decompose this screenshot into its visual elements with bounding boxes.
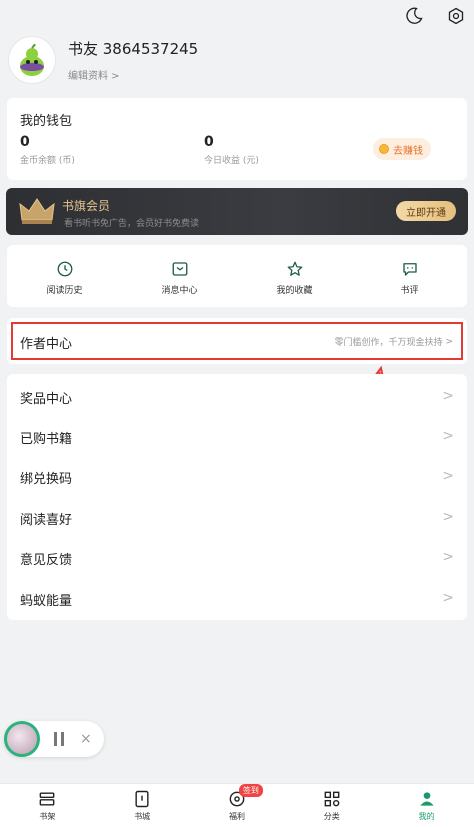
- chevron-right-icon: >: [442, 468, 454, 484]
- quick-message-center[interactable]: 消息中心: [122, 245, 237, 307]
- audio-mini-player[interactable]: ×: [4, 721, 104, 757]
- menu-item-ant-energy[interactable]: 蚂蚁能量 >: [7, 578, 467, 618]
- chevron-right-icon: >: [442, 549, 454, 565]
- album-cover[interactable]: [4, 721, 40, 757]
- quick-label: 书评: [400, 286, 419, 296]
- username: 书友 3864537245: [68, 40, 199, 58]
- chat-icon: [402, 263, 417, 276]
- clock-icon: [57, 261, 72, 277]
- tab-profile[interactable]: 我的: [379, 784, 474, 827]
- quick-label: 阅读历史: [46, 286, 83, 296]
- menu-item-prize-center[interactable]: 奖品中心 >: [7, 376, 467, 416]
- coin-icon: [379, 144, 389, 154]
- author-center-title: 作者中心: [20, 337, 73, 352]
- chevron-right-icon: >: [442, 428, 454, 444]
- wallet-title: 我的钱包: [20, 114, 73, 129]
- vip-title: 书旗会员: [62, 199, 111, 213]
- pause-icon[interactable]: [54, 732, 64, 746]
- menu-item-purchased-books[interactable]: 已购书籍 >: [7, 416, 467, 456]
- vip-banner[interactable]: 书旗会员 看书听书免广告，会员好书免费读 立即开通: [6, 188, 468, 235]
- earn-money-label: 去赚钱: [393, 145, 423, 157]
- category-icon: [324, 791, 340, 807]
- menu-item-label: 奖品中心: [20, 392, 73, 407]
- tab-label: 我的: [418, 812, 435, 821]
- author-center-row[interactable]: 作者中心 零门槛创作，千万现金扶持 >: [7, 318, 467, 364]
- menu-item-redeem-code[interactable]: 绑兑换码 >: [7, 456, 467, 496]
- star-icon: [287, 261, 302, 276]
- tab-label: 分类: [323, 812, 340, 821]
- wallet-card: 我的钱包 0 金币余额 (币) 0 今日收益 (元) 去赚钱: [7, 98, 467, 180]
- inbox-icon: [172, 262, 187, 276]
- profile-icon: [419, 792, 434, 806]
- quick-book-reviews[interactable]: 书评: [352, 245, 467, 307]
- quick-label: 我的收藏: [276, 286, 313, 296]
- avatar-mascot-icon: [20, 43, 44, 76]
- avatar[interactable]: [8, 36, 56, 84]
- quick-label: 消息中心: [161, 286, 198, 296]
- chevron-right-icon: >: [445, 336, 453, 347]
- author-center-subtitle: 零门槛创作，千万现金扶持: [334, 338, 443, 348]
- today-earnings-label: 今日收益 (元): [204, 156, 259, 166]
- menu-item-label: 蚂蚁能量: [20, 594, 73, 609]
- coin-balance-value: 0: [20, 134, 30, 150]
- checkin-badge: 签到: [238, 784, 263, 797]
- menu-item-label: 意见反馈: [20, 553, 73, 568]
- bookstore-icon: [135, 790, 149, 808]
- tab-category[interactable]: 分类: [284, 784, 379, 827]
- edit-profile-link[interactable]: 编辑资料 >: [68, 67, 198, 82]
- menu-item-label: 阅读喜好: [20, 513, 73, 528]
- today-earnings-value: 0: [204, 134, 214, 150]
- bookshelf-icon: [40, 792, 55, 806]
- tab-bookstore[interactable]: 书城: [95, 784, 190, 827]
- close-icon[interactable]: ×: [80, 731, 92, 747]
- tab-label: 书架: [39, 812, 56, 821]
- chevron-right-icon: >: [442, 509, 454, 525]
- vip-open-button[interactable]: 立即开通: [396, 201, 456, 221]
- settings-icon[interactable]: [446, 6, 466, 26]
- quick-my-favorites[interactable]: 我的收藏: [237, 245, 352, 307]
- menu-item-label: 绑兑换码: [20, 472, 73, 487]
- tab-welfare[interactable]: 福利 签到: [190, 784, 285, 827]
- profile-header[interactable]: 书友 3864537245 编辑资料 >: [8, 36, 198, 84]
- bottom-tab-bar: 书架 书城 福利 签到 分类 我的: [0, 783, 474, 827]
- vip-subtitle: 看书听书免广告，会员好书免费读: [64, 219, 200, 229]
- menu-list: 奖品中心 > 已购书籍 > 绑兑换码 > 阅读喜好 > 意见反馈 > 蚂蚁能量 …: [7, 374, 467, 620]
- coin-balance-label: 金币余额 (币): [20, 156, 75, 166]
- quick-actions: 阅读历史 消息中心 我的收藏 书评: [7, 245, 467, 307]
- tab-label: 书城: [134, 812, 151, 821]
- crown-icon: [19, 198, 55, 224]
- menu-item-label: 已购书籍: [20, 432, 73, 447]
- quick-reading-history[interactable]: 阅读历史: [7, 245, 122, 307]
- menu-item-feedback[interactable]: 意见反馈 >: [7, 537, 467, 577]
- top-icons: [404, 6, 466, 26]
- chevron-right-icon: >: [442, 590, 454, 606]
- chevron-right-icon: >: [442, 388, 454, 404]
- tab-label: 福利: [228, 812, 245, 821]
- night-mode-icon[interactable]: [404, 6, 424, 26]
- tab-bookshelf[interactable]: 书架: [0, 784, 95, 827]
- earn-money-button[interactable]: 去赚钱: [373, 138, 431, 160]
- menu-item-reading-preferences[interactable]: 阅读喜好 >: [7, 497, 467, 537]
